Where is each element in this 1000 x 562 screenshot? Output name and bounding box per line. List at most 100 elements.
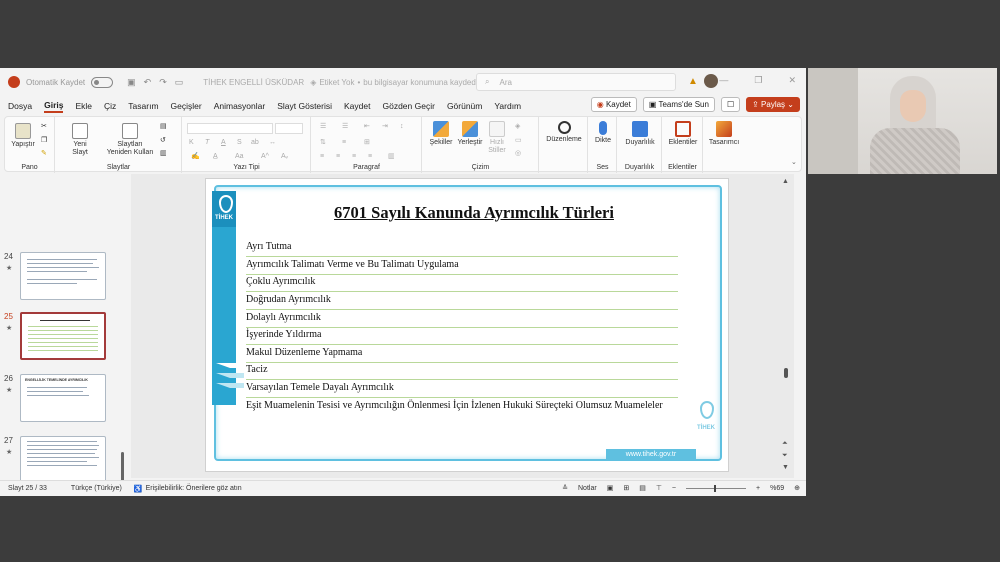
normal-view-icon[interactable]: ▣ bbox=[607, 484, 614, 492]
present-icon[interactable]: ▭ bbox=[175, 77, 184, 88]
shape-outline-icon[interactable]: ▭ bbox=[515, 137, 522, 145]
underline-button[interactable]: A bbox=[221, 139, 226, 147]
align-text-icon[interactable]: ≡ bbox=[342, 139, 346, 147]
language-indicator[interactable]: Türkçe (Türkiye) bbox=[71, 485, 122, 492]
menu-gozden-gecir[interactable]: Gözden Geçir bbox=[382, 101, 434, 111]
addins-button[interactable]: Eklentiler bbox=[665, 121, 701, 147]
warning-icon[interactable]: ▲ bbox=[688, 76, 698, 87]
slide-title[interactable]: 6701 Sayılı Kanunda Ayrımcılık Türleri bbox=[294, 203, 654, 223]
list-item[interactable]: Makul Düzenleme Yapmama bbox=[246, 347, 678, 363]
zoom-level[interactable]: %69 bbox=[770, 485, 784, 492]
section-icon[interactable]: ▥ bbox=[160, 150, 167, 158]
list-item[interactable]: Ayrı Tutma bbox=[246, 241, 678, 257]
list-item[interactable]: Eşit Muamelenin Tesisi ve Ayrımcılığın Ö… bbox=[246, 400, 678, 415]
record-button[interactable]: ◉ Kaydet bbox=[590, 97, 637, 112]
editing-button[interactable]: Düzenleme bbox=[544, 121, 584, 144]
dictate-button[interactable]: Dikte bbox=[591, 121, 615, 145]
italic-button[interactable]: T bbox=[205, 139, 209, 147]
slide-sorter-icon[interactable]: ⊞ bbox=[623, 484, 629, 492]
autosave-toggle[interactable] bbox=[91, 76, 114, 88]
copy-icon[interactable]: ❐ bbox=[41, 137, 47, 145]
reading-view-icon[interactable]: ▤ bbox=[639, 484, 646, 492]
zoom-in-icon[interactable]: + bbox=[756, 485, 760, 492]
text-direction-icon[interactable]: ⇅ bbox=[320, 139, 326, 147]
indent-icon[interactable]: ⇥ bbox=[382, 123, 388, 131]
redo-icon[interactable]: ↷ bbox=[159, 77, 167, 88]
menu-gorunum[interactable]: Görünüm bbox=[447, 101, 482, 111]
reuse-slides-button[interactable]: Slaytları Yeniden Kullan bbox=[106, 123, 154, 157]
align-center-icon[interactable]: ≡ bbox=[336, 153, 340, 161]
notes-button[interactable]: Notlar bbox=[578, 485, 597, 492]
menu-giris[interactable]: Giriş bbox=[44, 100, 64, 113]
shape-fill-icon[interactable]: ◈ bbox=[515, 123, 520, 131]
canvas-scrollbar[interactable]: ▲ ⏶ ⏷ ▼ bbox=[782, 178, 790, 474]
clear-format-icon[interactable]: ✍ bbox=[191, 153, 200, 161]
scroll-thumb[interactable] bbox=[784, 368, 788, 378]
spacing-icon[interactable]: ↔ bbox=[269, 139, 276, 147]
collapse-ribbon-icon[interactable]: ⌄ bbox=[791, 159, 797, 167]
align-left-icon[interactable]: ≡ bbox=[320, 153, 324, 161]
sensitivity-label[interactable]: Etiket Yok bbox=[319, 78, 354, 87]
minimize-icon[interactable]: — bbox=[719, 75, 728, 86]
outdent-icon[interactable]: ⇤ bbox=[364, 123, 370, 131]
justify-icon[interactable]: ≡ bbox=[368, 153, 372, 161]
shapes-button[interactable]: Şekiller bbox=[427, 121, 455, 147]
menu-ekle[interactable]: Ekle bbox=[75, 101, 92, 111]
slideshow-icon[interactable]: ⊤ bbox=[656, 484, 662, 492]
accessibility-status[interactable]: Erişilebilirlik: Önerilere göz atın bbox=[146, 485, 242, 492]
undo-icon[interactable]: ↶ bbox=[144, 77, 152, 88]
scroll-down-icon[interactable]: ▼ bbox=[782, 464, 789, 471]
menu-gecisler[interactable]: Geçişler bbox=[171, 101, 202, 111]
menu-kaydet[interactable]: Kaydet bbox=[344, 101, 370, 111]
format-painter-icon[interactable]: ✎ bbox=[41, 150, 47, 158]
columns-icon[interactable]: ▥ bbox=[388, 153, 395, 161]
list-item[interactable]: Taciz bbox=[246, 364, 678, 380]
scroll-up-icon[interactable]: ▲ bbox=[782, 178, 789, 185]
quick-styles-button[interactable]: Hızlı Stiller bbox=[485, 121, 509, 155]
font-size-select[interactable] bbox=[275, 123, 303, 134]
menu-dosya[interactable]: Dosya bbox=[8, 101, 32, 111]
menu-slayt-gosterisi[interactable]: Slayt Gösterisi bbox=[277, 101, 332, 111]
font-size-up-button[interactable]: A^ bbox=[261, 153, 269, 161]
line-spacing-icon[interactable]: ↕ bbox=[400, 123, 404, 131]
designer-button[interactable]: Tasarımcı bbox=[706, 121, 742, 147]
list-item[interactable]: İşyerinde Yıldırma bbox=[246, 329, 678, 345]
share-button[interactable]: ⇪ Paylaş ⌄ bbox=[746, 97, 800, 112]
menu-animasyonlar[interactable]: Animasyonlar bbox=[214, 101, 266, 111]
layout-icon[interactable]: ▤ bbox=[160, 123, 167, 131]
list-item[interactable]: Varsayılan Temele Dayalı Ayrımcılık bbox=[246, 382, 678, 398]
search-box[interactable]: ⌕ Ara bbox=[476, 73, 676, 91]
arrange-button[interactable]: Yerleştir bbox=[455, 121, 485, 147]
reset-icon[interactable]: ↺ bbox=[160, 137, 166, 145]
list-item[interactable]: Çoklu Ayrımcılık bbox=[246, 276, 678, 292]
zoom-out-icon[interactable]: − bbox=[672, 485, 676, 492]
comments-button[interactable]: ☐ bbox=[720, 97, 741, 112]
fit-slide-icon[interactable]: ⊕ bbox=[794, 484, 800, 492]
align-right-icon[interactable]: ≡ bbox=[352, 153, 356, 161]
next-slide-icon[interactable]: ⏷ bbox=[782, 452, 788, 460]
menu-tasarim[interactable]: Tasarım bbox=[128, 101, 158, 111]
prev-slide-icon[interactable]: ⏶ bbox=[782, 440, 788, 448]
list-item[interactable]: Doğrudan Ayrımcılık bbox=[246, 294, 678, 310]
font-name-select[interactable] bbox=[187, 123, 273, 134]
zoom-slider[interactable] bbox=[686, 484, 747, 492]
list-item[interactable]: Dolaylı Ayrımcılık bbox=[246, 312, 678, 328]
smartart-icon[interactable]: ⊞ bbox=[364, 139, 370, 147]
cut-icon[interactable]: ✂ bbox=[41, 123, 47, 131]
menu-yardim[interactable]: Yardım bbox=[494, 101, 521, 111]
strikethrough-button[interactable]: S bbox=[237, 139, 242, 147]
font-color-icon[interactable]: A̲ bbox=[213, 153, 218, 161]
close-icon[interactable]: ✕ bbox=[788, 75, 796, 86]
bold-button[interactable]: K bbox=[189, 139, 194, 147]
teams-present-button[interactable]: ▣ Teams'de Sun bbox=[642, 97, 715, 112]
shadow-button[interactable]: ab bbox=[251, 139, 259, 147]
font-size-down-button[interactable]: Aᵥ bbox=[281, 153, 288, 161]
bullets-icon[interactable]: ☰ bbox=[320, 123, 326, 131]
change-case-button[interactable]: Aa bbox=[235, 153, 244, 161]
sensitivity-button[interactable]: Duyarlılık bbox=[620, 121, 660, 147]
restore-icon[interactable]: ❐ bbox=[754, 75, 762, 86]
new-slide-button[interactable]: Yeni Slayt bbox=[66, 123, 94, 157]
avatar[interactable] bbox=[704, 74, 718, 88]
menu-ciz[interactable]: Çiz bbox=[104, 101, 116, 111]
save-icon[interactable]: ▣ bbox=[127, 77, 136, 88]
